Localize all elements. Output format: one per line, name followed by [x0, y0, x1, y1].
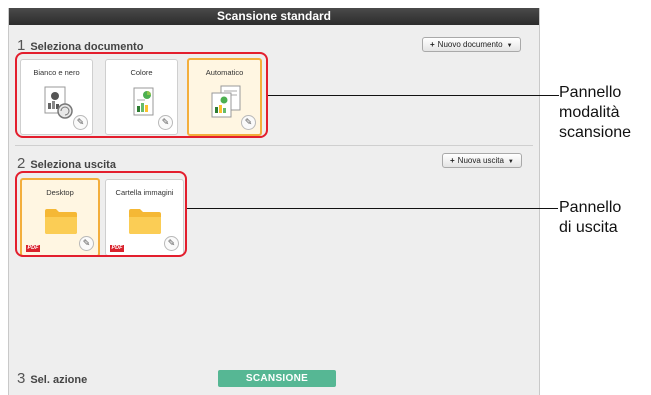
scan-mode-callout-line [268, 95, 559, 96]
dropdown-caret-icon: ▼ [507, 159, 514, 165]
output-callout-line [187, 208, 558, 209]
section-output-number: 2 [17, 155, 26, 172]
section-divider [15, 145, 533, 146]
new-document-button[interactable]: + Nuovo documento ▼ [422, 37, 521, 52]
callout-line-2: modalità [559, 104, 620, 121]
output-panel-highlight [15, 171, 187, 257]
dropdown-caret-icon: ▼ [506, 43, 513, 49]
new-document-label: Nuovo documento [437, 40, 503, 49]
new-output-label: Nuova uscita [457, 156, 504, 165]
section-output-label: Seleziona uscita [30, 159, 116, 171]
section-action-number: 3 [17, 370, 26, 387]
scan-mode-panel-highlight [15, 52, 268, 138]
output-callout-label: Pannello di uscita [559, 198, 621, 238]
section-action-title: 3 Sel. azione [17, 370, 87, 387]
window-title: Scansione standard [9, 8, 539, 25]
plus-icon: + [450, 156, 455, 165]
section-action-label: Sel. azione [30, 374, 88, 386]
scan-mode-callout-label: Pannello modalità scansione [559, 83, 631, 143]
callout-line-1: Pannello [559, 199, 622, 216]
callout-line-1: Pannello [559, 84, 622, 101]
scan-button[interactable]: SCANSIONE [218, 370, 336, 387]
plus-icon: + [430, 40, 435, 49]
new-output-button[interactable]: + Nuova uscita ▼ [442, 153, 522, 168]
section-output-title: 2 Seleziona uscita [17, 155, 116, 172]
callout-line-3: scansione [559, 124, 632, 141]
callout-line-2: di uscita [559, 219, 618, 236]
